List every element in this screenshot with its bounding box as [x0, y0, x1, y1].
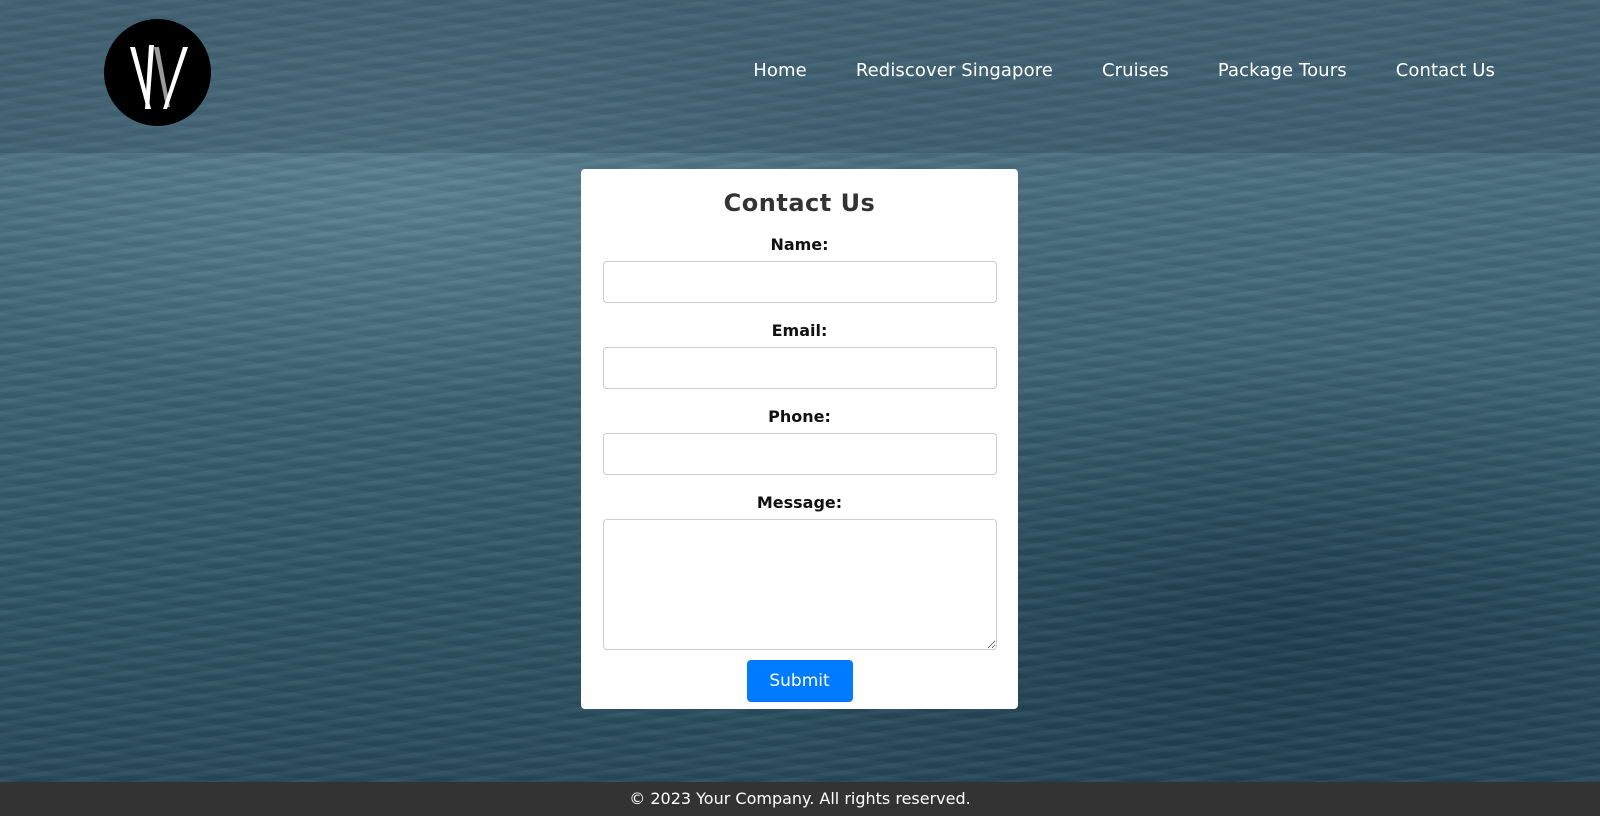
nav-package-tours[interactable]: Package Tours — [1218, 60, 1347, 81]
message-label: Message: — [756, 493, 843, 512]
phone-field[interactable] — [603, 433, 997, 475]
name-label: Name: — [770, 235, 829, 254]
main-nav: Home Rediscover Singapore Cruises Packag… — [753, 60, 1495, 81]
site-footer: © 2023 Your Company. All rights reserved… — [0, 782, 1600, 816]
submit-button[interactable]: Submit — [746, 660, 853, 702]
nav-cruises[interactable]: Cruises — [1102, 60, 1169, 81]
name-field[interactable] — [603, 261, 997, 303]
message-field[interactable] — [603, 519, 997, 650]
site-header: Home Rediscover Singapore Cruises Packag… — [0, 0, 1600, 153]
copyright-text: © 2023 Your Company. All rights reserved… — [629, 789, 971, 808]
email-field[interactable] — [603, 347, 997, 389]
w-monogram-logo-icon — [130, 45, 188, 109]
form-title: Contact Us — [723, 189, 876, 217]
contact-form: Contact Us Name: Email: Phone: Message: … — [581, 169, 1018, 709]
nav-home[interactable]: Home — [753, 60, 807, 81]
nav-contact-us[interactable]: Contact Us — [1396, 60, 1495, 81]
email-label: Email: — [771, 321, 828, 340]
logo[interactable] — [104, 19, 211, 126]
phone-label: Phone: — [768, 407, 831, 426]
nav-rediscover-singapore[interactable]: Rediscover Singapore — [856, 60, 1053, 81]
